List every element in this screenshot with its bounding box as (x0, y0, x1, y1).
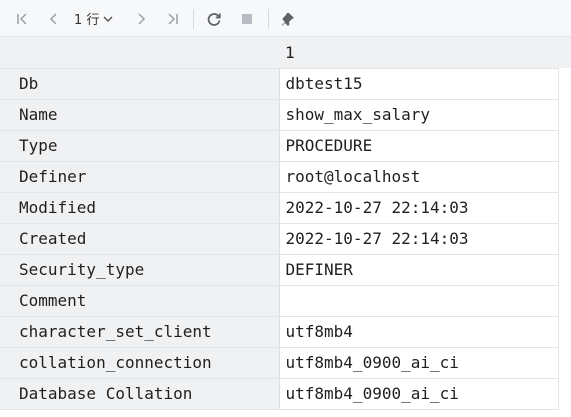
row-key: collation_connection (0, 347, 280, 379)
prev-page-icon[interactable] (42, 0, 66, 37)
refresh-icon[interactable] (201, 0, 227, 37)
row-filler (558, 254, 571, 285)
row-key: character_set_client (0, 316, 280, 348)
row-filler (558, 316, 571, 347)
row-key: Created (0, 223, 280, 255)
row-value[interactable]: utf8mb4 (279, 316, 559, 348)
row-key: Name (0, 99, 280, 131)
first-page-icon[interactable] (10, 0, 34, 37)
table-row: Modified 2022-10-27 22:14:03 (0, 192, 571, 224)
row-key: Database Collation (0, 378, 280, 410)
row-filler (558, 192, 571, 223)
row-value[interactable]: dbtest15 (279, 68, 559, 100)
row-key: Security_type (0, 254, 280, 286)
table-row: character_set_client utf8mb4 (0, 316, 571, 348)
row-filler (558, 161, 571, 192)
table-row: Definer root@localhost (0, 161, 571, 193)
row-header-corner (0, 37, 279, 69)
row-filler (558, 378, 571, 409)
table-row: Type PROCEDURE (0, 130, 571, 162)
results-toolbar: 1 行 (0, 0, 571, 37)
row-key: Definer (0, 161, 280, 193)
row-filler (558, 68, 571, 99)
table-row: Database Collation utf8mb4_0900_ai_ci (0, 378, 571, 410)
row-key: Db (0, 68, 280, 100)
pin-icon[interactable] (275, 0, 301, 37)
row-value[interactable]: utf8mb4_0900_ai_ci (279, 347, 559, 379)
row-value[interactable]: 2022-10-27 22:14:03 (279, 223, 559, 255)
row-filler (558, 99, 571, 130)
row-key: Modified (0, 192, 280, 224)
chevron-down-icon (103, 16, 113, 22)
page-size-label: 1 行 (74, 13, 100, 28)
table-row: Comment (0, 285, 571, 317)
row-filler (558, 223, 571, 254)
toolbar-divider (193, 9, 194, 29)
table-row: Created 2022-10-27 22:14:03 (0, 223, 571, 255)
row-value[interactable] (279, 285, 559, 317)
table-row: Db dbtest15 (0, 68, 571, 100)
result-grid: 1 Db dbtest15 Name show_max_salary Type PROCE… (0, 37, 571, 410)
row-value[interactable]: utf8mb4_0900_ai_ci (279, 378, 559, 410)
row-filler (558, 130, 571, 161)
row-key: Type (0, 130, 280, 162)
row-filler (558, 347, 571, 378)
row-filler (558, 285, 571, 316)
row-value[interactable]: root@localhost (279, 161, 559, 193)
page-size-dropdown[interactable]: 1 行 (74, 0, 122, 37)
row-key: Comment (0, 285, 280, 317)
table-row: collation_connection utf8mb4_0900_ai_ci (0, 347, 571, 379)
column-header[interactable]: 1 (279, 37, 558, 69)
table-row: Security_type DEFINER (0, 254, 571, 286)
stop-icon[interactable] (234, 0, 260, 37)
row-value[interactable]: PROCEDURE (279, 130, 559, 162)
row-value[interactable]: 2022-10-27 22:14:03 (279, 192, 559, 224)
next-page-icon[interactable] (129, 0, 153, 37)
row-value[interactable]: DEFINER (279, 254, 559, 286)
last-page-icon[interactable] (161, 0, 185, 37)
table-row: Name show_max_salary (0, 99, 571, 131)
grid-header-row: 1 (0, 37, 571, 69)
header-filler (558, 37, 571, 68)
row-value[interactable]: show_max_salary (279, 99, 559, 131)
toolbar-divider (268, 9, 269, 29)
